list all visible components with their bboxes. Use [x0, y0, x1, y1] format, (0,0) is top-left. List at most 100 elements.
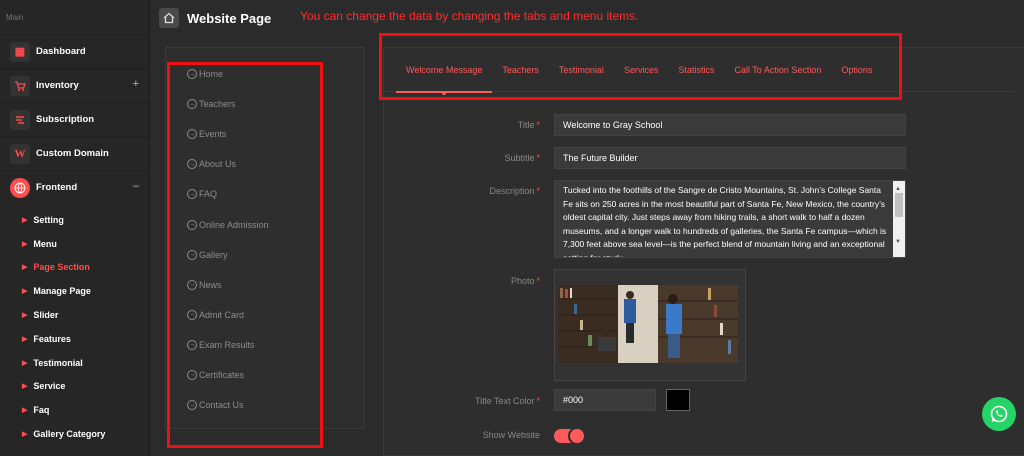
w-logo-icon: W [10, 143, 30, 164]
show-website-label: Show Website [482, 430, 540, 440]
page-menu-item-events[interactable]: → Events [166, 119, 364, 149]
page-menu-item-exam-results[interactable]: → Exam Results [166, 330, 364, 360]
sidebar-section-label: Main [6, 13, 24, 22]
caret-right-icon: ▶ [22, 264, 28, 272]
tab-call-to-action[interactable]: Call To Action Section [724, 48, 831, 92]
page-menu-item-admit-card[interactable]: → Admit Card [166, 300, 364, 330]
description-scrollbar[interactable]: ▲ ▼ [893, 181, 905, 257]
collapse-icon[interactable]: – [133, 180, 139, 192]
tab-options[interactable]: Options [831, 48, 882, 92]
title-label: Title * [420, 120, 540, 130]
globe-icon [10, 177, 30, 198]
tab-testimonial[interactable]: Testimonial [549, 48, 614, 92]
page-menu-item-home[interactable]: → Home [166, 59, 364, 89]
page-menu-item-gallery[interactable]: → Gallery [166, 240, 364, 270]
submenu-testimonial[interactable]: ▶ Testimonial [0, 351, 149, 375]
color-swatch[interactable] [666, 389, 690, 411]
arrow-circle-icon: → [187, 339, 197, 350]
submenu-label: Page Section [33, 262, 90, 273]
submenu-manage-page[interactable]: ▶ Manage Page [0, 279, 149, 303]
page-menu-panel: → Home → Teachers → Events → About Us → FAQ →… [165, 47, 365, 429]
arrow-circle-icon: → [187, 279, 197, 290]
sidebar-item-custom-domain[interactable]: W Custom Domain [0, 136, 149, 170]
submenu-label: Service [33, 381, 66, 392]
tab-services[interactable]: Services [614, 48, 669, 92]
tab-welcome-message[interactable]: Welcome Message [396, 48, 493, 95]
show-website-toggle[interactable] [554, 427, 586, 445]
sidebar-item-dashboard[interactable]: ▦ Dashboard [0, 34, 149, 68]
title-label-text: Title [517, 120, 535, 130]
submenu-menu[interactable]: ▶ Menu [0, 232, 149, 256]
page-menu-item-certificates[interactable]: → Certificates [166, 360, 364, 390]
submenu-page-section[interactable]: ▶ Page Section [0, 256, 149, 280]
page-menu-item-news[interactable]: → News [166, 270, 364, 300]
title-color-label: Title Text Color * [420, 396, 540, 406]
required-mark: * [536, 186, 540, 196]
photo-label: Photo * [420, 276, 540, 286]
sidebar-item-inventory[interactable]: Inventory + [0, 68, 149, 102]
page-menu-item-about-us[interactable]: → About Us [166, 149, 364, 179]
required-mark: * [536, 396, 540, 406]
arrow-circle-icon: → [187, 369, 197, 380]
submenu-label: Setting [33, 214, 64, 225]
whatsapp-button[interactable] [982, 397, 1016, 431]
title-color-input[interactable]: #000 [554, 389, 656, 411]
sidebar-item-label: Dashboard [36, 46, 86, 57]
scroll-down-icon[interactable]: ▼ [895, 236, 901, 250]
subscription-icon [10, 109, 30, 130]
caret-right-icon: ▶ [22, 383, 28, 391]
arrow-circle-icon: → [187, 69, 197, 80]
photo-label-text: Photo [510, 276, 535, 286]
subtitle-label-text: Subtitle [504, 153, 535, 163]
required-mark: * [536, 276, 540, 286]
arrow-circle-icon: → [187, 249, 197, 260]
submenu-gallery-category[interactable]: ▶ Gallery Category [0, 422, 149, 446]
arrow-circle-icon: → [187, 99, 197, 110]
sidebar-item-subscription[interactable]: Subscription [0, 102, 149, 136]
page-title: Website Page [187, 10, 272, 26]
menu-item-label: Online Admission [199, 219, 269, 230]
section-editor: Welcome Message Teachers Testimonial Ser… [383, 47, 1024, 456]
menu-item-label: Events [199, 129, 227, 140]
sidebar-item-frontend[interactable]: Frontend – [0, 170, 149, 204]
tab-teachers[interactable]: Teachers [492, 48, 549, 92]
submenu-label: Menu [33, 238, 57, 249]
library-photo [558, 285, 738, 363]
submenu-service[interactable]: ▶ Service [0, 375, 149, 399]
page-menu-item-teachers[interactable]: → Teachers [166, 89, 364, 119]
submenu-faq[interactable]: ▶ Faq [0, 398, 149, 422]
sidebar-item-label: Frontend [36, 182, 78, 193]
scrollbar-thumb[interactable] [895, 193, 903, 217]
sidebar-item-label: Inventory [36, 80, 79, 91]
description-textarea[interactable]: Tucked into the foothills of the Sangre … [554, 180, 906, 258]
tab-statistics[interactable]: Statistics [668, 48, 724, 92]
submenu-setting[interactable]: ▶ Setting [0, 208, 149, 232]
expand-icon[interactable]: + [133, 78, 139, 90]
page-menu-item-contact-us[interactable]: → Contact Us [166, 390, 364, 420]
subtitle-input[interactable]: The Future Builder [554, 147, 906, 169]
submenu-label: Testimonial [33, 357, 83, 368]
menu-item-label: Contact Us [199, 400, 244, 411]
arrow-circle-icon: → [187, 219, 197, 230]
menu-item-label: News [199, 279, 222, 290]
caret-right-icon: ▶ [22, 312, 28, 320]
home-icon[interactable] [159, 8, 179, 28]
page-menu-item-faq[interactable]: → FAQ [166, 179, 364, 209]
dashboard-icon: ▦ [10, 41, 30, 62]
instruction-notice: You can change the data by changing the … [300, 9, 639, 23]
photo-upload[interactable] [554, 269, 746, 381]
caret-right-icon: ▶ [22, 407, 28, 415]
caret-right-icon: ▶ [22, 288, 28, 296]
submenu-label: Manage Page [33, 286, 91, 297]
required-mark: * [536, 120, 540, 130]
page-menu-item-online-admission[interactable]: → Online Admission [166, 209, 364, 239]
menu-item-label: About Us [199, 159, 237, 170]
sidebar: Main ▦ Dashboard Inventory + Subscriptio… [0, 0, 150, 456]
submenu-slider[interactable]: ▶ Slider [0, 303, 149, 327]
title-input[interactable]: Welcome to Gray School [554, 114, 906, 136]
sidebar-item-label: Subscription [36, 114, 95, 125]
submenu-label: Slider [33, 310, 59, 321]
submenu-features[interactable]: ▶ Features [0, 327, 149, 351]
menu-item-label: Certificates [199, 369, 245, 380]
arrow-circle-icon: → [187, 189, 197, 200]
